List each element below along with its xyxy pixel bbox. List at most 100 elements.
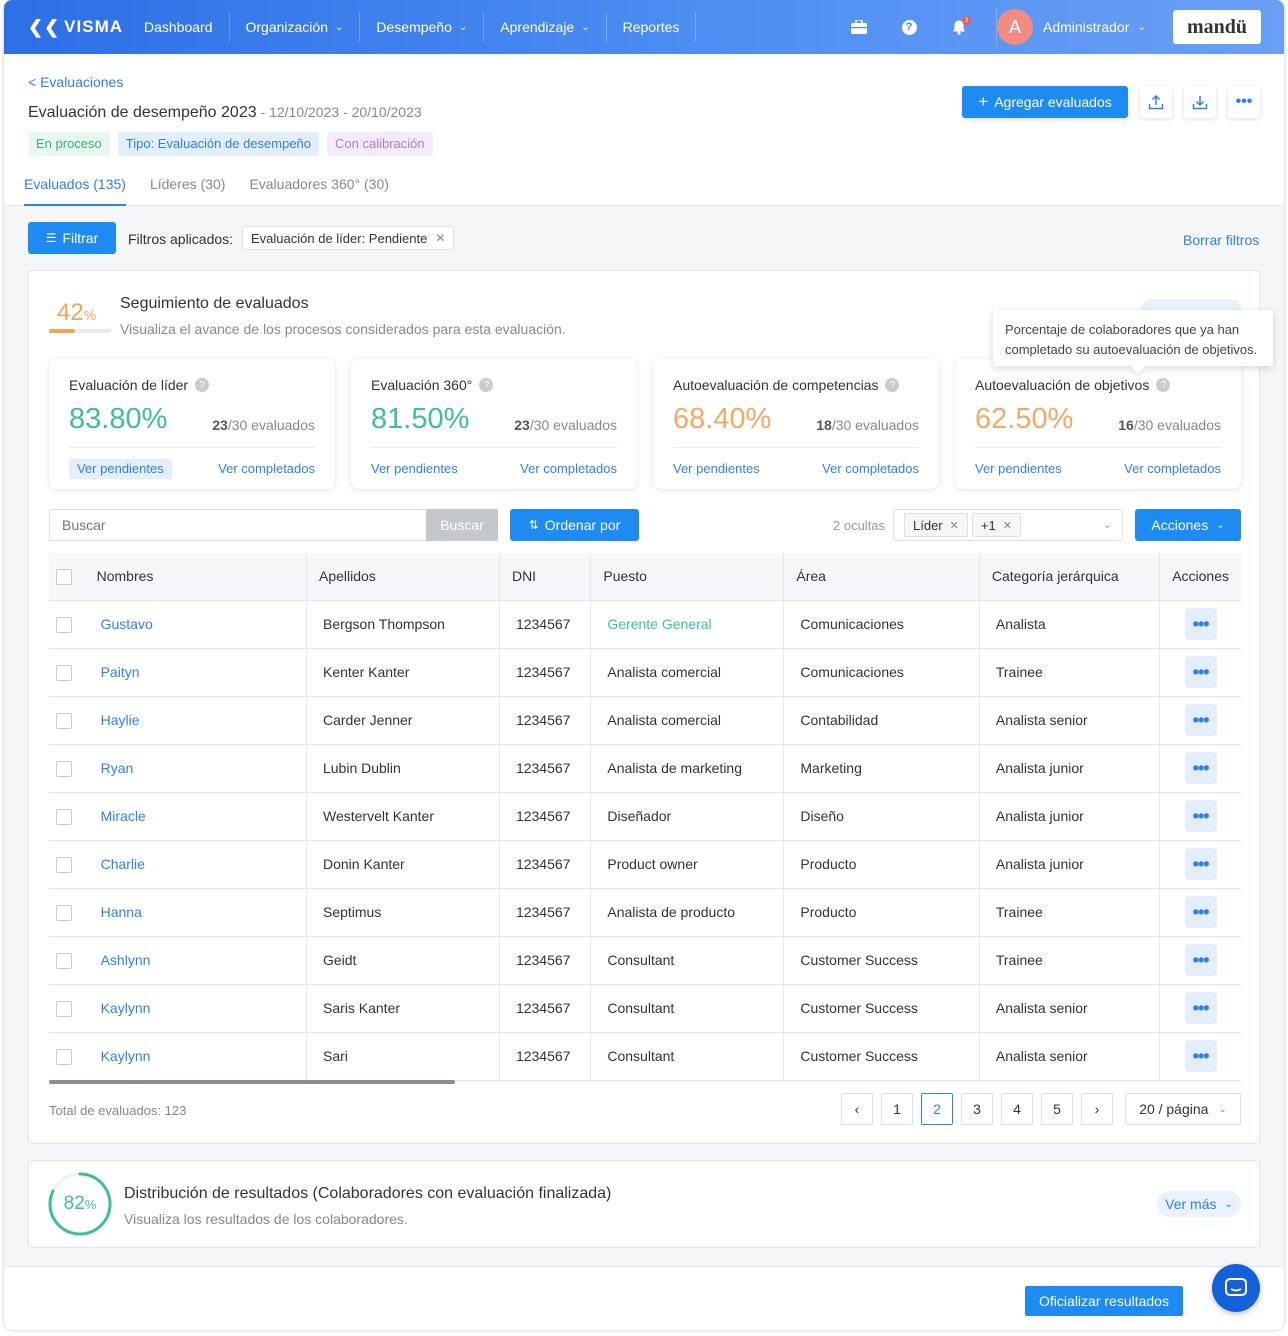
puesto-cell: Consultant: [590, 984, 785, 1033]
ver-pendientes-link[interactable]: Ver pendientes: [69, 459, 172, 479]
help-icon[interactable]: ?: [1156, 378, 1171, 392]
visma-logo[interactable]: ❮❮ VISMA: [28, 17, 128, 38]
row-actions-button[interactable]: •••: [1184, 848, 1217, 880]
filter-label: Filtrar: [62, 230, 99, 246]
column-header-puesto[interactable]: Puesto: [590, 553, 785, 601]
page-button-current[interactable]: 2: [921, 1093, 953, 1125]
row-checkbox[interactable]: [56, 1048, 72, 1065]
row-checkbox[interactable]: [56, 904, 72, 921]
ver-mas-button[interactable]: Ver más ⌄: [1157, 1191, 1241, 1217]
user-menu[interactable]: A Administrador ⌄: [996, 8, 1146, 46]
nav-item-aprendizaje[interactable]: Aprendizaje ⌄: [484, 12, 607, 42]
help-icon[interactable]: ?: [885, 378, 900, 392]
nombre-link[interactable]: Miracle: [84, 792, 307, 841]
row-actions-button[interactable]: •••: [1184, 608, 1217, 640]
row-checkbox[interactable]: [56, 856, 72, 873]
prev-page-button[interactable]: ‹: [841, 1093, 873, 1125]
row-actions-button[interactable]: •••: [1184, 944, 1217, 976]
nav-item-organizacion[interactable]: Organización ⌄: [230, 12, 361, 42]
row-actions-button[interactable]: •••: [1184, 704, 1217, 736]
row-checkbox[interactable]: [56, 808, 72, 825]
close-icon[interactable]: ✕: [1003, 519, 1012, 532]
tab-evaluadores-360[interactable]: Evaluadores 360° (30): [249, 174, 388, 206]
row-checkbox[interactable]: [56, 616, 72, 633]
nombre-link[interactable]: Ashlynn: [84, 936, 307, 985]
help-icon[interactable]: ?: [884, 0, 934, 54]
upload-button[interactable]: [1140, 86, 1172, 118]
row-select-cell: [49, 600, 85, 649]
ver-completados-link[interactable]: Ver completados: [218, 461, 315, 476]
page-button[interactable]: 3: [961, 1093, 993, 1125]
page-button[interactable]: 4: [1001, 1093, 1033, 1125]
nombre-link[interactable]: Paityn: [84, 648, 307, 697]
officialize-results-button[interactable]: Oficializar resultados: [1025, 1286, 1183, 1316]
row-checkbox[interactable]: [56, 712, 72, 729]
nav-item-reportes[interactable]: Reportes: [607, 12, 697, 42]
nombre-link[interactable]: Hanna: [84, 888, 307, 937]
tab-evaluados[interactable]: Evaluados (135): [24, 174, 126, 206]
more-options-button[interactable]: •••: [1228, 86, 1260, 118]
actions-button[interactable]: Acciones ⌄: [1135, 509, 1241, 541]
back-link[interactable]: < Evaluaciones: [28, 74, 123, 90]
nombre-link[interactable]: Kaylynn: [84, 984, 307, 1033]
search-input[interactable]: [49, 509, 427, 541]
more-dots-icon: •••: [1235, 93, 1253, 110]
row-checkbox[interactable]: [56, 664, 72, 681]
filter-button[interactable]: ☰ Filtrar: [28, 222, 116, 254]
row-actions-button[interactable]: •••: [1184, 992, 1217, 1024]
ver-completados-link[interactable]: Ver completados: [520, 461, 617, 476]
column-header-apellidos[interactable]: Apellidos: [306, 553, 500, 601]
column-header-nombres[interactable]: Nombres: [84, 553, 307, 601]
nombre-link[interactable]: Ryan: [84, 744, 307, 793]
row-checkbox[interactable]: [56, 760, 72, 777]
row-actions-button[interactable]: •••: [1184, 896, 1217, 928]
page-button[interactable]: 5: [1041, 1093, 1073, 1125]
select-all-checkbox[interactable]: [56, 568, 72, 585]
close-icon[interactable]: ✕: [950, 519, 959, 532]
ver-pendientes-link[interactable]: Ver pendientes: [371, 459, 458, 479]
nav-item-dashboard[interactable]: Dashboard: [128, 12, 230, 42]
close-icon[interactable]: ✕: [435, 231, 445, 245]
add-evaluados-button[interactable]: + Agregar evaluados: [962, 86, 1128, 118]
chevron-down-icon: ⌄: [1102, 519, 1112, 531]
bell-icon[interactable]: 3: [934, 0, 984, 54]
nombre-link[interactable]: Haylie: [84, 696, 307, 745]
stat-count: 23/30 evaluados: [514, 417, 617, 433]
ver-pendientes-link[interactable]: Ver pendientes: [975, 459, 1062, 479]
chat-launcher[interactable]: [1212, 1264, 1260, 1312]
page-size-select[interactable]: 20 / página ⌄: [1125, 1093, 1241, 1125]
page-button[interactable]: 1: [881, 1093, 913, 1125]
row-actions-button[interactable]: •••: [1184, 752, 1217, 784]
row-checkbox[interactable]: [56, 952, 72, 969]
download-button[interactable]: [1184, 86, 1216, 118]
clear-filters-link[interactable]: Borrar filtros: [1183, 232, 1259, 248]
column-header-area[interactable]: Área: [783, 553, 980, 601]
search-button[interactable]: Buscar: [426, 509, 498, 541]
row-actions-button[interactable]: •••: [1184, 1040, 1217, 1072]
puesto-cell: Diseñador: [590, 792, 785, 841]
row-actions-button[interactable]: •••: [1184, 800, 1217, 832]
briefcase-icon[interactable]: [834, 0, 884, 54]
ver-completados-link[interactable]: Ver completados: [822, 461, 919, 476]
ver-pendientes-link[interactable]: Ver pendientes: [673, 459, 760, 479]
acciones-cell: •••: [1159, 984, 1241, 1033]
next-page-button[interactable]: ›: [1081, 1093, 1113, 1125]
ver-completados-link[interactable]: Ver completados: [1124, 461, 1221, 476]
row-checkbox[interactable]: [56, 1000, 72, 1017]
nombre-link[interactable]: Gustavo: [84, 600, 307, 649]
row-actions-button[interactable]: •••: [1184, 656, 1217, 688]
tab-lideres[interactable]: Líderes (30): [150, 174, 225, 206]
row-select-cell: [49, 648, 85, 697]
column-header-categoria[interactable]: Categoría jerárquica: [979, 553, 1161, 601]
nombre-link[interactable]: Charlie: [84, 840, 307, 889]
help-icon[interactable]: ?: [195, 378, 210, 392]
help-icon[interactable]: ?: [479, 378, 494, 392]
dni-cell: 1234567: [499, 936, 592, 985]
horizontal-scrollbar[interactable]: [49, 1080, 455, 1084]
area-cell: Customer Success: [783, 936, 980, 985]
nombre-link[interactable]: Kaylynn: [84, 1032, 307, 1081]
sort-button[interactable]: ⇅ Ordenar por: [510, 509, 639, 541]
column-select[interactable]: Líder ✕ +1 ✕ ⌄: [893, 509, 1123, 541]
nav-item-desempeno[interactable]: Desempeño ⌄: [360, 12, 485, 42]
column-header-dni[interactable]: DNI: [499, 553, 592, 601]
